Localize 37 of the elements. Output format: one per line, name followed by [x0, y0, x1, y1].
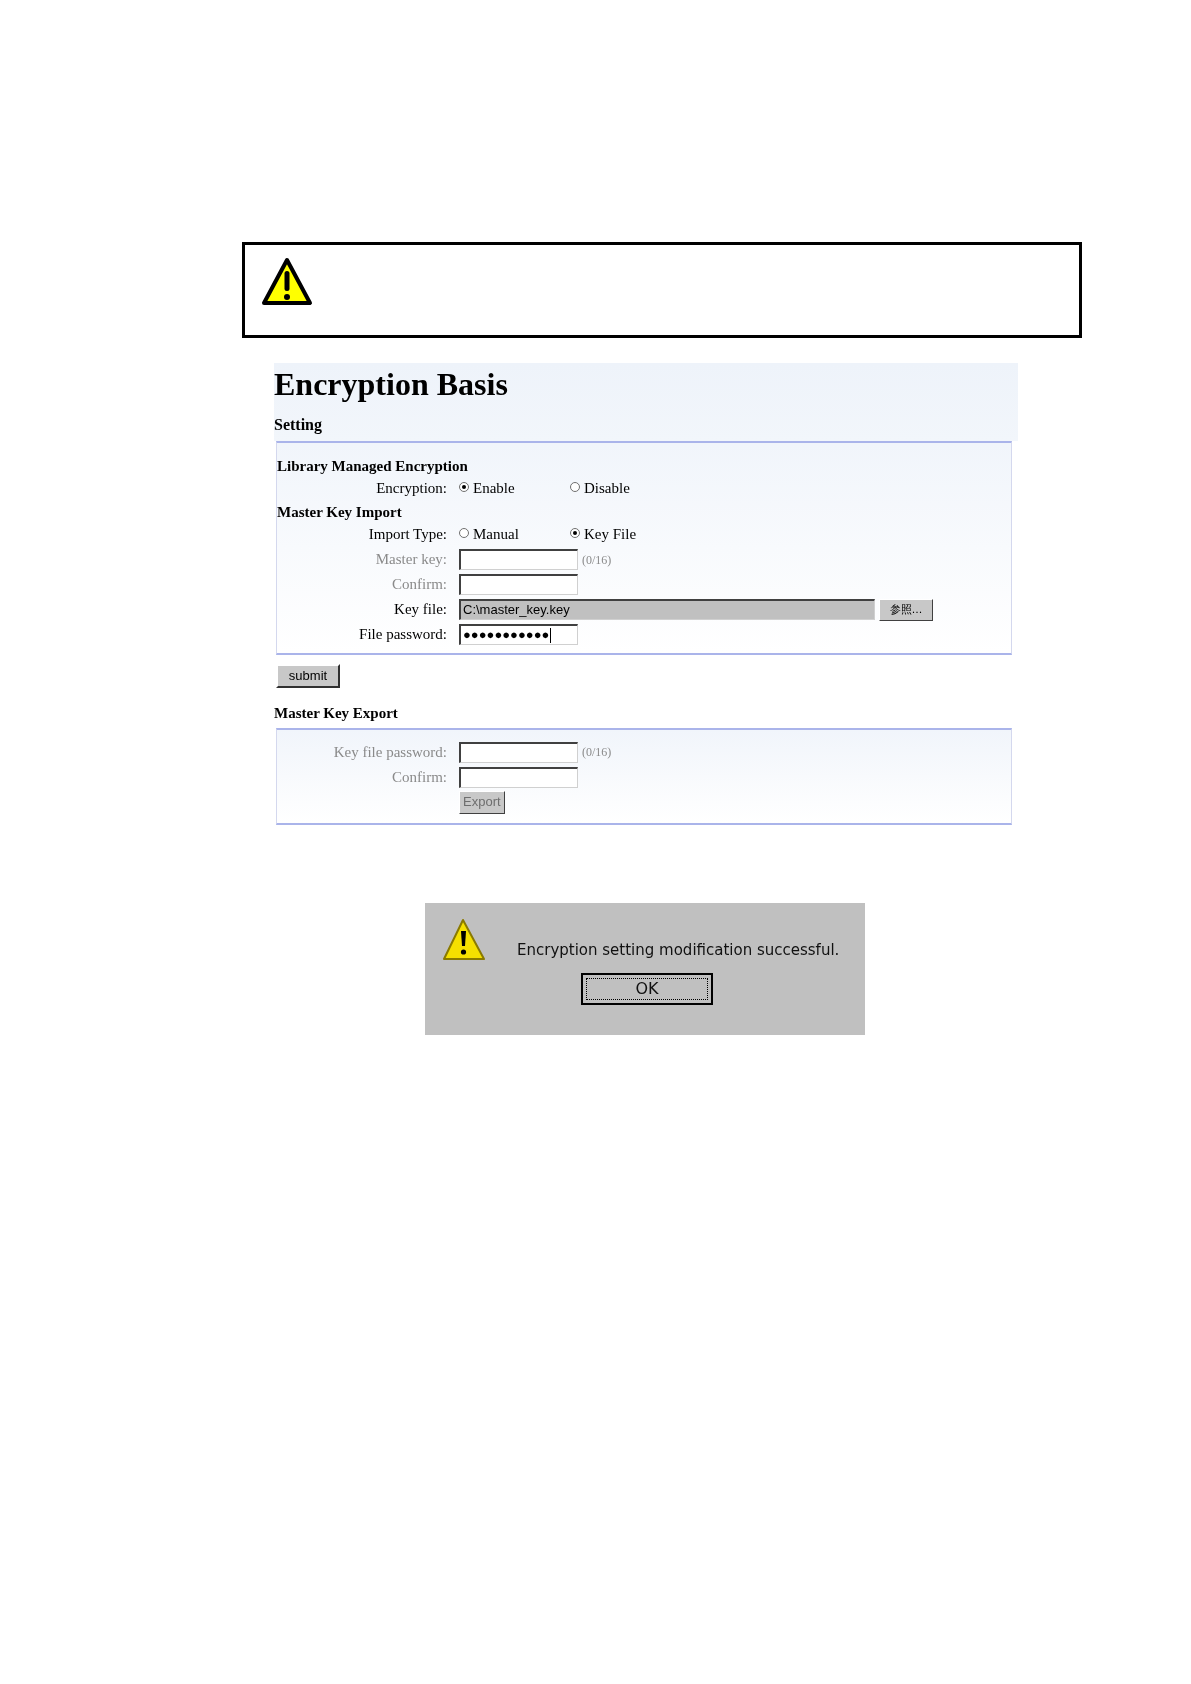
field-label: Confirm: [391, 767, 448, 787]
browse-button[interactable]: 参照... [879, 598, 933, 621]
field-value: ●●●●●●●●●●● [463, 626, 550, 644]
dialog-message: Encryption setting modification successful. [517, 939, 840, 961]
radio-label: Disable [584, 479, 630, 499]
field-label: Encryption: [375, 479, 448, 499]
group-heading: Library Managed Encryption [277, 457, 469, 476]
submit-button[interactable]: submit [276, 664, 340, 688]
radio-button[interactable] [459, 481, 469, 492]
page-title: Encryption Basis [274, 365, 509, 403]
field-label: Key file password: [332, 742, 448, 762]
field-label: Master key: [374, 550, 448, 570]
section-heading: Setting [274, 415, 323, 436]
input-field[interactable] [459, 766, 578, 788]
warning-icon [441, 916, 487, 963]
ok-button[interactable]: OK [581, 972, 713, 1005]
input-field[interactable] [459, 741, 578, 763]
input-field[interactable]: C:\master_key.key [459, 599, 875, 620]
radio-button[interactable] [570, 527, 580, 538]
input-field[interactable] [459, 549, 578, 570]
character-counter: (0/16) [582, 744, 612, 761]
field-label: Import Type: [367, 525, 448, 545]
radio-label: Enable [473, 479, 515, 499]
field-label: Key file: [393, 600, 448, 620]
field-value: C:\master_key.key [463, 601, 570, 619]
field-label: File password: [358, 625, 448, 645]
radio-label: Manual [473, 525, 519, 545]
group-heading: Master Key Import [277, 503, 403, 522]
input-field[interactable]: ●●●●●●●●●●● [459, 624, 578, 645]
field-label: Confirm: [391, 575, 448, 595]
radio-button[interactable] [570, 481, 580, 492]
radio-button[interactable] [459, 527, 469, 538]
character-counter: (0/16) [582, 551, 612, 569]
section-heading: Master Key Export [274, 704, 399, 723]
warning-icon [261, 257, 313, 307]
input-field[interactable] [459, 574, 578, 595]
radio-label: Key File [584, 525, 637, 545]
